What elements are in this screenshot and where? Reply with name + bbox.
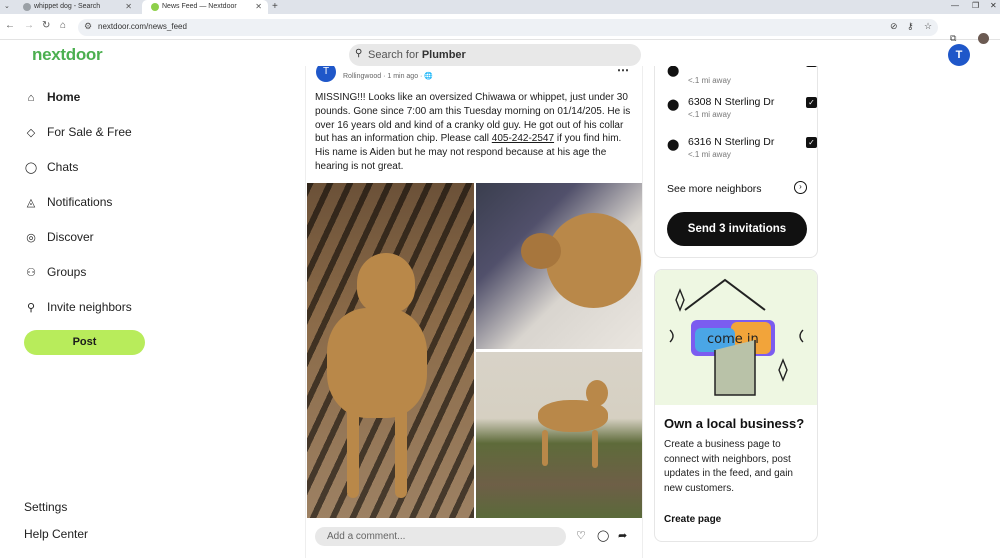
close-tab-icon[interactable]: ✕ [125,0,132,14]
site-info-icon[interactable]: ⚙ [84,21,92,32]
sidebar-item-for-sale[interactable]: ◇ For Sale & Free [24,123,174,158]
sidebar-nav: ⌂ Home ◇ For Sale & Free ◯ Chats ◬ Notif… [24,88,174,333]
neighbor-row-partial[interactable]: ⬤ <.1 mi away ✓ [667,66,817,96]
sidebar-item-label: Discover [47,230,94,244]
send-invitations-button[interactable]: Send 3 invitations [667,212,807,246]
tab-news-feed[interactable]: News Feed — Nextdoor ✕ [142,0,268,14]
see-more-neighbors-link[interactable]: See more neighbors [667,183,762,195]
tag-icon: ◇ [26,127,36,139]
post-photo-dog-on-deck[interactable] [307,183,474,518]
business-illustration: come in [655,270,817,405]
invite-icon: ⚲ [26,302,36,314]
comment-row: Add a comment... ♡ ◯ ➦ [306,521,642,551]
create-page-link[interactable]: Create page [664,514,721,525]
sidebar-item-chats[interactable]: ◯ Chats [24,158,174,193]
close-tab-icon[interactable]: ✕ [255,0,262,14]
home-icon: ⌂ [27,92,35,104]
groups-icon: ⚇ [26,267,36,279]
bookmark-star-icon[interactable]: ☆ [924,21,932,32]
comment-input[interactable]: Add a comment... [315,527,566,546]
new-tab-button[interactable]: + [272,0,278,13]
forward-icon[interactable]: → [24,20,34,31]
tab-title: whippet dog - Search [34,3,101,10]
address-bar: ← → ↻ ⌂ ⚙ nextdoor.com/news_feed ⊘ ⚷ ☆ ⧉ [0,14,1000,44]
minimize-icon[interactable]: — [951,0,959,12]
settings-link[interactable]: Settings [24,500,67,514]
sidebar-item-label: Notifications [47,195,113,209]
back-icon[interactable]: ← [5,20,15,31]
browser-profile-icon[interactable] [978,33,989,44]
search-input[interactable]: ⚲ Search for Plumber [349,44,641,66]
nextdoor-favicon-icon [151,3,159,11]
news-feed: T Rollingwood · 1 min ago · 🌐 ⋯ MISSING!… [305,66,643,558]
sidebar-item-label: Invite neighbors [47,300,132,314]
post-author-avatar[interactable]: T [316,66,336,82]
user-avatar[interactable]: T [948,44,970,66]
browser-tab-bar: ⌄ whippet dog - Search ✕ News Feed — Nex… [0,0,1000,14]
business-card-body: Create a business page to connect with n… [664,439,793,494]
password-key-icon[interactable]: ⚷ [907,21,914,32]
neighbor-checkbox[interactable]: ✓ [806,66,817,67]
comment-bubble-icon[interactable]: ◯ [597,529,609,542]
post-photo-dog-sleeping[interactable] [476,183,642,349]
neighbor-distance: <.1 mi away [688,110,731,119]
tracking-off-icon[interactable]: ⊘ [890,21,898,32]
tab-title: News Feed — Nextdoor [162,3,237,10]
open-sign-illustration: come in [669,278,804,396]
url-text: nextdoor.com/news_feed [98,22,187,31]
restore-icon[interactable]: ❐ [972,0,979,12]
reload-icon[interactable]: ↻ [42,20,50,31]
help-center-link[interactable]: Help Center [24,527,88,541]
search-icon: ⚲ [355,48,363,59]
location-pin-icon: ⬤ [667,66,680,77]
chevron-right-icon[interactable]: › [794,181,807,194]
comment-placeholder: Add a comment... [327,531,406,542]
neighbor-checkbox[interactable]: ✓ [806,137,817,148]
nextdoor-logo[interactable]: nextdoor [32,45,103,65]
sidebar-item-label: For Sale & Free [47,125,132,139]
more-options-icon[interactable]: ⋯ [617,66,629,77]
local-business-card: come in Own a local business? Create a b… [654,269,818,542]
neighbor-distance: <.1 mi away [688,76,731,85]
invite-neighbors-card: ⬤ <.1 mi away ✓ ⬤ 6308 N Sterling Dr <.1… [654,66,818,258]
neighbor-address: 6308 N Sterling Dr [688,96,775,108]
location-pin-icon: ⬤ [667,139,680,151]
post-button[interactable]: Post [24,330,145,355]
search-placeholder: Search for Plumber [368,49,466,61]
tab-whippet-search[interactable]: whippet dog - Search ✕ [14,0,138,14]
sidebar-item-discover[interactable]: ◎ Discover [24,228,174,263]
search-favicon-icon [23,3,31,11]
share-icon[interactable]: ➦ [618,529,627,542]
neighbor-row[interactable]: ⬤ 6308 N Sterling Dr <.1 mi away ✓ [667,96,817,130]
location-pin-icon: ⬤ [667,99,680,111]
like-heart-icon[interactable]: ♡ [576,529,586,542]
post-body: MISSING!!! Looks like an oversized Chiwa… [315,92,631,172]
neighbor-row[interactable]: ⬤ 6316 N Sterling Dr <.1 mi away ✓ [667,136,817,170]
compass-icon: ◎ [26,232,36,244]
sidebar-item-invite[interactable]: ⚲ Invite neighbors [24,298,174,333]
sidebar-item-label: Groups [47,265,87,279]
sidebar-item-notifications[interactable]: ◬ Notifications [24,193,174,228]
post-photo-dog-in-yard[interactable] [476,352,642,518]
sidebar-item-label: Chats [47,160,79,174]
sidebar-item-label: Home [47,90,81,104]
extensions-icon[interactable]: ⧉ [950,33,956,44]
bell-icon: ◬ [26,197,36,209]
neighbor-distance: <.1 mi away [688,150,731,159]
sidebar-item-home[interactable]: ⌂ Home [24,88,174,123]
chat-icon: ◯ [24,162,38,174]
phone-link[interactable]: 405-242-2547 [492,133,554,144]
sidebar-item-groups[interactable]: ⚇ Groups [24,263,174,298]
home-browser-icon[interactable]: ⌂ [60,20,66,31]
neighbor-address: 6316 N Sterling Dr [688,136,775,148]
url-omnibox[interactable]: ⚙ nextdoor.com/news_feed ⊘ ⚷ ☆ [78,19,938,36]
close-window-icon[interactable]: ✕ [990,0,997,12]
business-card-title: Own a local business? [664,416,805,431]
post-meta: Rollingwood · 1 min ago · 🌐 [343,73,434,80]
tab-search-menu-icon[interactable]: ⌄ [4,0,10,14]
neighbor-checkbox[interactable]: ✓ [806,97,817,108]
